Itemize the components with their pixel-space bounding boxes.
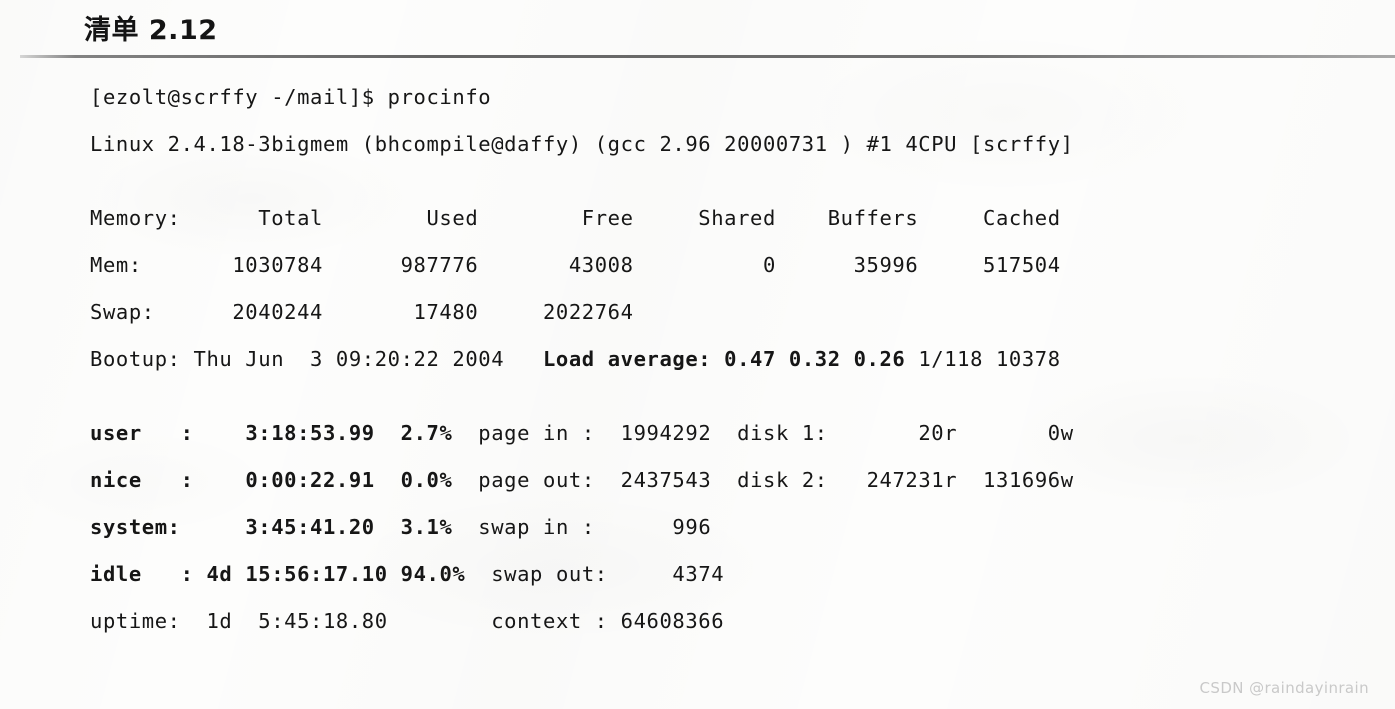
cpu-row-system-io-label: swap in : — [452, 515, 595, 539]
context-value: 64608366 — [620, 609, 725, 633]
uptime-gap — [388, 609, 492, 633]
cpu-row-system-time: 3:45:41.20 — [180, 515, 375, 539]
cpu-row-user: user : 3:18:53.99 2.7% page in : 1994292… — [90, 410, 1380, 457]
cpu-row-system-name: system: — [90, 515, 181, 539]
cpu-row-user-disk-read: 20r — [827, 421, 958, 445]
terminal-prompt-line: [ezolt@scrffy -/mail]$ procinfo — [90, 85, 492, 109]
uptime-row: uptime: 1d 5:45:18.80 context : 64608366 — [90, 598, 1380, 645]
cpu-row-system-io-value: 996 — [594, 515, 712, 539]
cpu-row-idle-io-label: swap out: — [465, 562, 608, 586]
cpu-row-user-time: 3:18:53.99 — [193, 421, 375, 445]
cpu-row-nice: nice : 0:00:22.91 0.0% page out: 2437543… — [90, 457, 1380, 504]
title-divider — [20, 55, 1395, 58]
cpu-row-system: system: 3:45:41.20 3.1% swap in : 996 — [90, 504, 1380, 551]
cpu-row-nice-io-value: 2437543 — [594, 468, 712, 492]
terminal-kernel-line: Linux 2.4.18-3bigmem (bhcompile@daffy) (… — [90, 132, 1074, 156]
cpu-row-user-io-value: 1994292 — [594, 421, 712, 445]
cpu-row-user-disk-write: 0w — [957, 421, 1074, 445]
cpu-row-idle-name: idle : — [90, 562, 194, 586]
csdn-watermark: CSDN @raindayinrain — [1199, 679, 1369, 697]
cpu-row-nice-percent: 0.0% — [374, 468, 453, 492]
uptime-label: uptime: — [90, 609, 181, 633]
cpu-row-nice-time: 0:00:22.91 — [193, 468, 375, 492]
terminal-output-block: [ezolt@scrffy -/mail]$ procinfo Linux 2.… — [90, 74, 1380, 645]
memory-table-header: Memory: Total Used Free Shared Buffers C… — [90, 206, 1061, 230]
cpu-row-idle-percent: 94.0% — [387, 562, 466, 586]
bootup-label: Bootup: Thu Jun 3 09:20:22 2004 — [90, 347, 505, 371]
load-average-label: Load average: 0.47 0.32 0.26 — [542, 347, 906, 371]
cpu-row-idle-io-value: 4374 — [607, 562, 725, 586]
cpu-row-user-name: user : — [90, 421, 194, 445]
bootup-gap — [504, 347, 543, 371]
load-average-extra: 1/118 10378 — [905, 347, 1061, 371]
cpu-row-nice-name: nice : — [90, 468, 194, 492]
cpu-row-nice-disk-write: 131696w — [957, 468, 1074, 492]
memory-row-swap: Swap: 2040244 17480 2022764 — [90, 300, 634, 324]
cpu-row-user-disk-label: disk 1: — [711, 421, 828, 445]
cpu-row-user-io-label: page in : — [452, 421, 595, 445]
cpu-row-nice-disk-read: 247231r — [827, 468, 958, 492]
uptime-value: 1d 5:45:18.80 — [180, 609, 388, 633]
memory-row-mem: Mem: 1030784 987776 43008 0 35996 517504 — [90, 253, 1061, 277]
context-label: context : — [491, 609, 621, 633]
cpu-row-idle-time: 4d 15:56:17.10 — [193, 562, 388, 586]
scanned-book-page: 清单 2.12 [ezolt@scrffy -/mail]$ procinfo … — [0, 0, 1395, 709]
cpu-row-idle: idle : 4d 15:56:17.10 94.0% swap out: 43… — [90, 551, 1380, 598]
bootup-line: Bootup: Thu Jun 3 09:20:22 2004 Load ave… — [90, 336, 1380, 383]
listing-title: 清单 2.12 — [84, 15, 218, 46]
cpu-row-user-percent: 2.7% — [374, 421, 453, 445]
cpu-row-nice-disk-label: disk 2: — [711, 468, 828, 492]
cpu-row-system-percent: 3.1% — [374, 515, 453, 539]
cpu-row-nice-io-label: page out: — [452, 468, 595, 492]
